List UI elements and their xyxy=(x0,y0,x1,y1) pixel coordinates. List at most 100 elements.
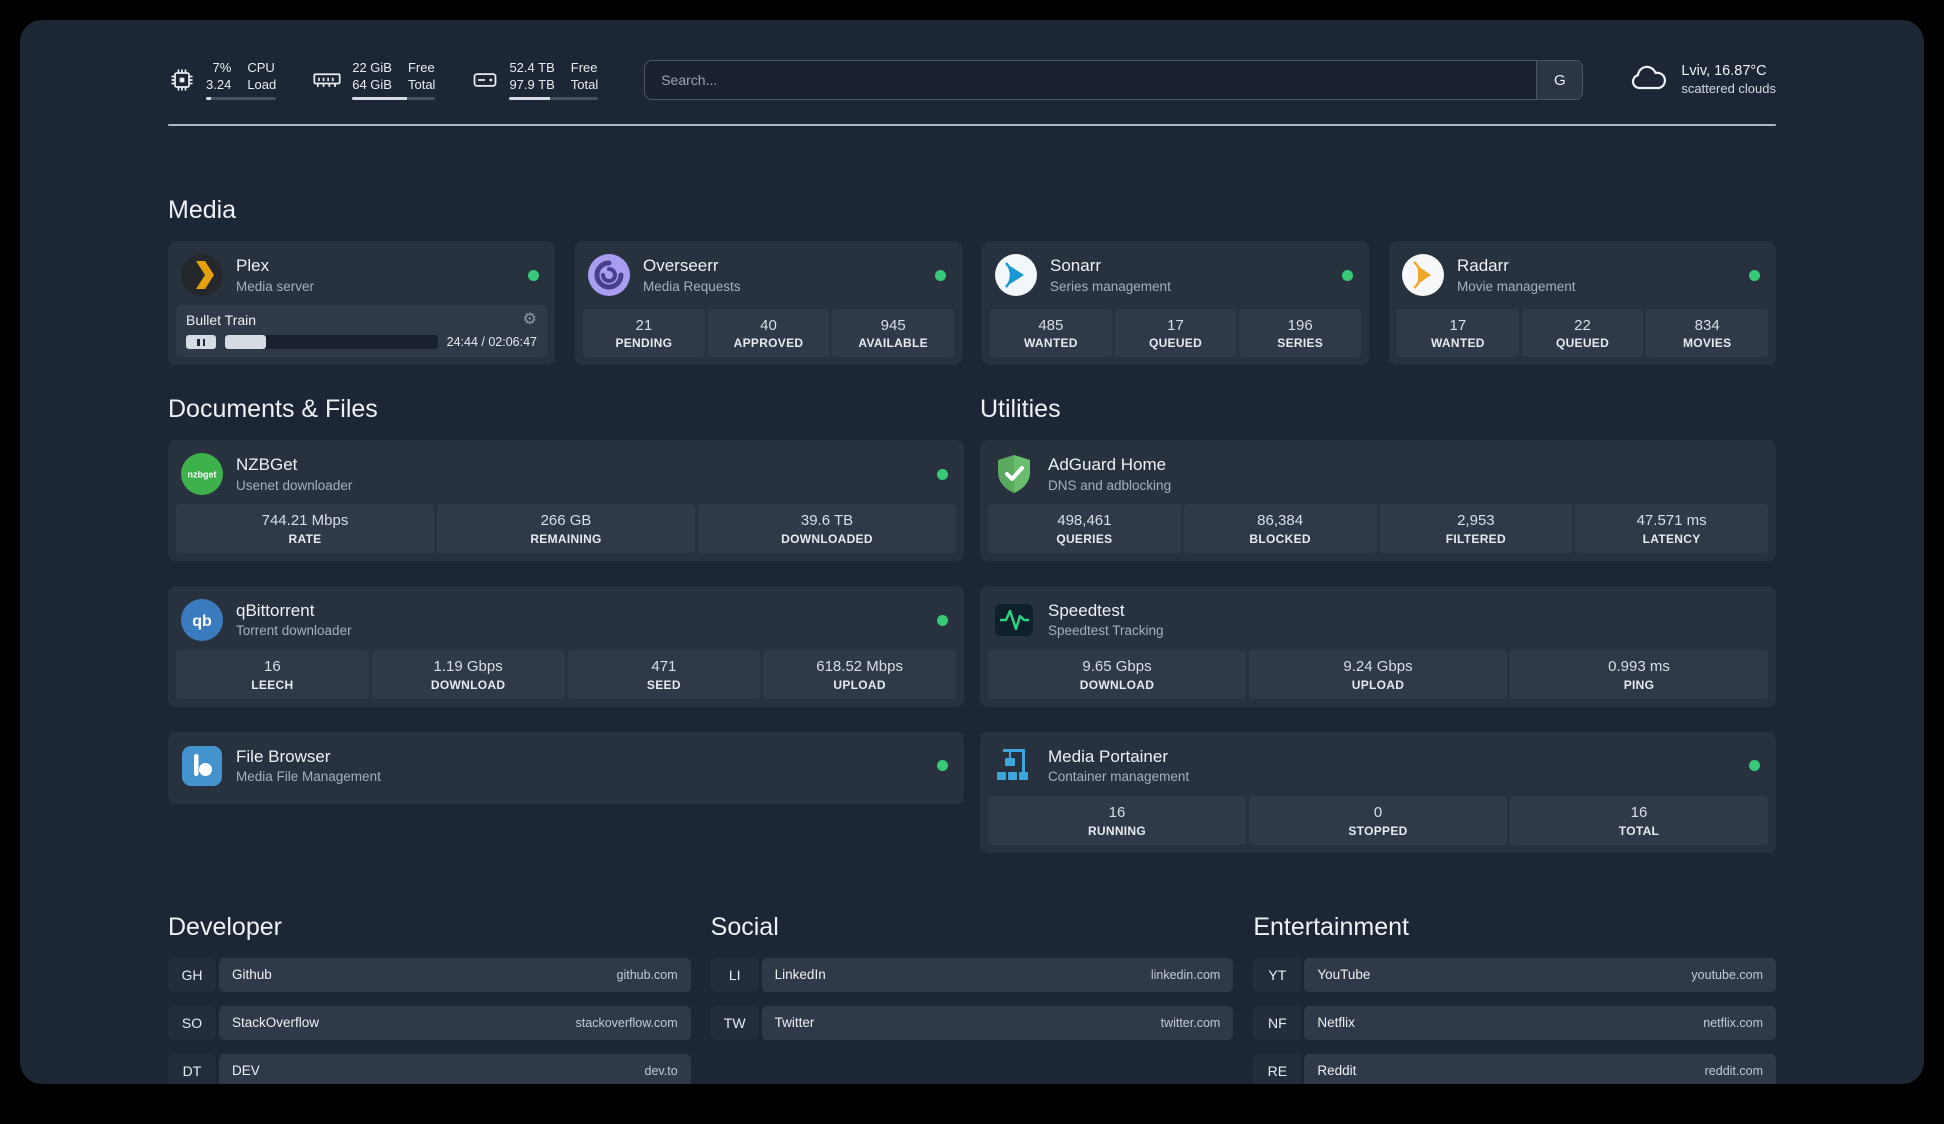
status-online-dot xyxy=(937,760,948,772)
stat-value: 9.65 Gbps xyxy=(1082,658,1152,675)
playback-time: 24:44 / 02:06:47 xyxy=(446,335,537,350)
service-card-adguard[interactable]: AdGuard Home DNS and adblocking 498,461 … xyxy=(980,440,1776,561)
service-card-speedtest[interactable]: Speedtest Speedtest Tracking 9.65 Gbps D… xyxy=(980,586,1776,707)
stat-value: 1.19 Gbps xyxy=(433,658,503,675)
bookmark-linkedin[interactable]: LI LinkedIn linkedin.com xyxy=(710,957,1234,992)
bookmark-abbr: NF xyxy=(1253,1005,1302,1040)
stat-block: 40 APPROVED xyxy=(707,308,830,358)
bookmark-domain: youtube.com xyxy=(1691,967,1763,982)
service-name: File Browser xyxy=(236,746,331,766)
search-input[interactable] xyxy=(645,61,1537,100)
cpu-usage-bar xyxy=(206,97,277,101)
service-card-portainer[interactable]: Media Portainer Container management 16 … xyxy=(980,731,1776,853)
stat-label: DOWNLOAD xyxy=(1079,677,1155,692)
service-name: Radarr xyxy=(1457,256,1509,276)
status-online-dot xyxy=(1749,269,1760,281)
bookmark-domain: twitter.com xyxy=(1160,1015,1221,1030)
cloud-icon xyxy=(1629,63,1669,98)
stat-label: DOWNLOAD xyxy=(430,677,506,692)
service-name: qBittorrent xyxy=(236,601,315,621)
dashboard: 7% 3.24 CPU Load 22 GiB 64 GiB Free Tota… xyxy=(20,20,1924,1084)
stat-block: 196 SERIES xyxy=(1239,308,1362,358)
weather-location: Lviv, 16.87°C xyxy=(1681,63,1767,80)
service-card-radarr[interactable]: Radarr Movie management 17 WANTED 22 QUE… xyxy=(1389,241,1776,366)
stat-block: 47.571 ms LATENCY xyxy=(1575,504,1768,553)
stat-block: 22 QUEUED xyxy=(1521,308,1644,358)
qbittorrent-logo-icon: qb xyxy=(180,598,224,642)
stat-block: 9.65 Gbps DOWNLOAD xyxy=(988,650,1246,699)
bookmark-netflix[interactable]: NF Netflix netflix.com xyxy=(1253,1005,1776,1040)
bookmark-abbr: RE xyxy=(1253,1053,1302,1084)
bookmark-domain: dev.to xyxy=(644,1063,678,1078)
bookmark-youtube[interactable]: YT YouTube youtube.com xyxy=(1253,957,1776,992)
memory-total: 64 GiB xyxy=(352,76,392,92)
cpu-label-bottom: Load xyxy=(247,76,277,92)
service-stats: 21 PENDING 40 APPROVED 945 AVAILABLE xyxy=(583,308,955,358)
plex-now-playing: Bullet Train ⚙︎ 24:44 / 02:06:47 xyxy=(176,305,547,358)
status-online-dot xyxy=(528,269,539,281)
bookmark-abbr: GH xyxy=(168,957,216,992)
stat-block: 1.19 Gbps DOWNLOAD xyxy=(371,650,565,699)
memory-label-top: Free xyxy=(407,60,435,75)
service-card-qbittorrent[interactable]: qb qBittorrent Torrent downloader 16 LEE… xyxy=(168,586,964,707)
stat-block: 0 STOPPED xyxy=(1249,795,1507,845)
service-card-plex[interactable]: Plex Media server Bullet Train ⚙︎ 24:44 … xyxy=(168,241,555,366)
search-provider-button[interactable]: G xyxy=(1536,61,1583,100)
developer-section-title: Developer xyxy=(168,912,282,941)
memory-label-bottom: Total xyxy=(407,76,436,92)
stat-value: 744.21 Mbps xyxy=(261,512,349,530)
service-card-nzbget[interactable]: nzbget NZBGet Usenet downloader 744.21 M… xyxy=(168,440,964,561)
stat-label: LATENCY xyxy=(1642,532,1701,546)
nzbget-logo-icon: nzbget xyxy=(180,452,224,496)
stat-block: 86,384 BLOCKED xyxy=(1183,504,1377,553)
service-stats: 16 RUNNING 0 STOPPED 16 TOTAL xyxy=(988,795,1768,845)
service-stats: 16 LEECH 1.19 Gbps DOWNLOAD 471 SEED 618… xyxy=(176,650,956,699)
stat-block: 471 SEED xyxy=(567,650,761,699)
stat-label: WANTED xyxy=(1023,336,1078,351)
stat-block: 834 MOVIES xyxy=(1646,308,1769,358)
stat-label: BLOCKED xyxy=(1249,532,1311,546)
bookmark-stackoverflow[interactable]: SO StackOverflow stackoverflow.com xyxy=(168,1005,691,1040)
service-card-filebrowser[interactable]: File Browser Media File Management xyxy=(168,731,964,804)
bookmarks-developer: Developer GH Github github.com SO StackO… xyxy=(168,912,691,1084)
stat-block: 2,953 FILTERED xyxy=(1379,504,1573,553)
gear-icon[interactable]: ⚙︎ xyxy=(523,312,537,328)
bookmark-name: YouTube xyxy=(1317,967,1371,982)
bookmark-domain: linkedin.com xyxy=(1150,967,1221,982)
service-card-sonarr[interactable]: Sonarr Series management 485 WANTED 17 Q… xyxy=(982,241,1369,366)
stat-label: STOPPED xyxy=(1348,823,1408,838)
bookmark-abbr: SO xyxy=(168,1005,216,1040)
search-bar: G xyxy=(644,60,1584,101)
stat-label: LEECH xyxy=(251,677,294,692)
bookmark-name: LinkedIn xyxy=(774,967,826,982)
section-documents-files: Documents & Files nzbget NZBGet Usenet d… xyxy=(168,395,964,852)
service-card-overseerr[interactable]: Overseerr Media Requests 21 PENDING 40 A… xyxy=(575,241,962,366)
service-description: Usenet downloader xyxy=(236,477,353,493)
stat-label: DOWNLOADED xyxy=(781,532,873,546)
bookmark-reddit[interactable]: RE Reddit reddit.com xyxy=(1253,1053,1776,1084)
status-online-dot xyxy=(1342,269,1353,281)
stat-value: 39.6 TB xyxy=(800,512,854,530)
memory-icon xyxy=(312,67,342,93)
bookmark-dev[interactable]: DT DEV dev.to xyxy=(168,1053,691,1084)
pause-button[interactable] xyxy=(186,335,216,350)
disk-total: 97.9 TB xyxy=(509,76,555,92)
disk-label-bottom: Total xyxy=(570,76,599,92)
stat-value: 16 xyxy=(1108,803,1126,821)
entertainment-section-title: Entertainment xyxy=(1253,912,1409,941)
now-playing-title: Bullet Train xyxy=(186,312,257,329)
service-name: Plex xyxy=(236,256,270,276)
svg-text:nzbget: nzbget xyxy=(188,470,217,480)
stat-block: 39.6 TB DOWNLOADED xyxy=(698,504,956,553)
stat-block: 17 QUEUED xyxy=(1114,308,1237,358)
bookmark-github[interactable]: GH Github github.com xyxy=(168,957,691,992)
service-stats: 485 WANTED 17 QUEUED 196 SERIES xyxy=(990,308,1362,358)
stat-label: AVAILABLE xyxy=(858,336,928,351)
disk-usage-bar xyxy=(509,97,599,101)
stat-value: 9.24 Gbps xyxy=(1343,658,1413,675)
overseerr-logo-icon xyxy=(587,253,631,297)
svg-text:qb: qb xyxy=(192,613,212,630)
adguard-logo-icon xyxy=(992,452,1036,496)
bookmark-twitter[interactable]: TW Twitter twitter.com xyxy=(710,1005,1234,1040)
service-name: Speedtest xyxy=(1048,601,1125,621)
